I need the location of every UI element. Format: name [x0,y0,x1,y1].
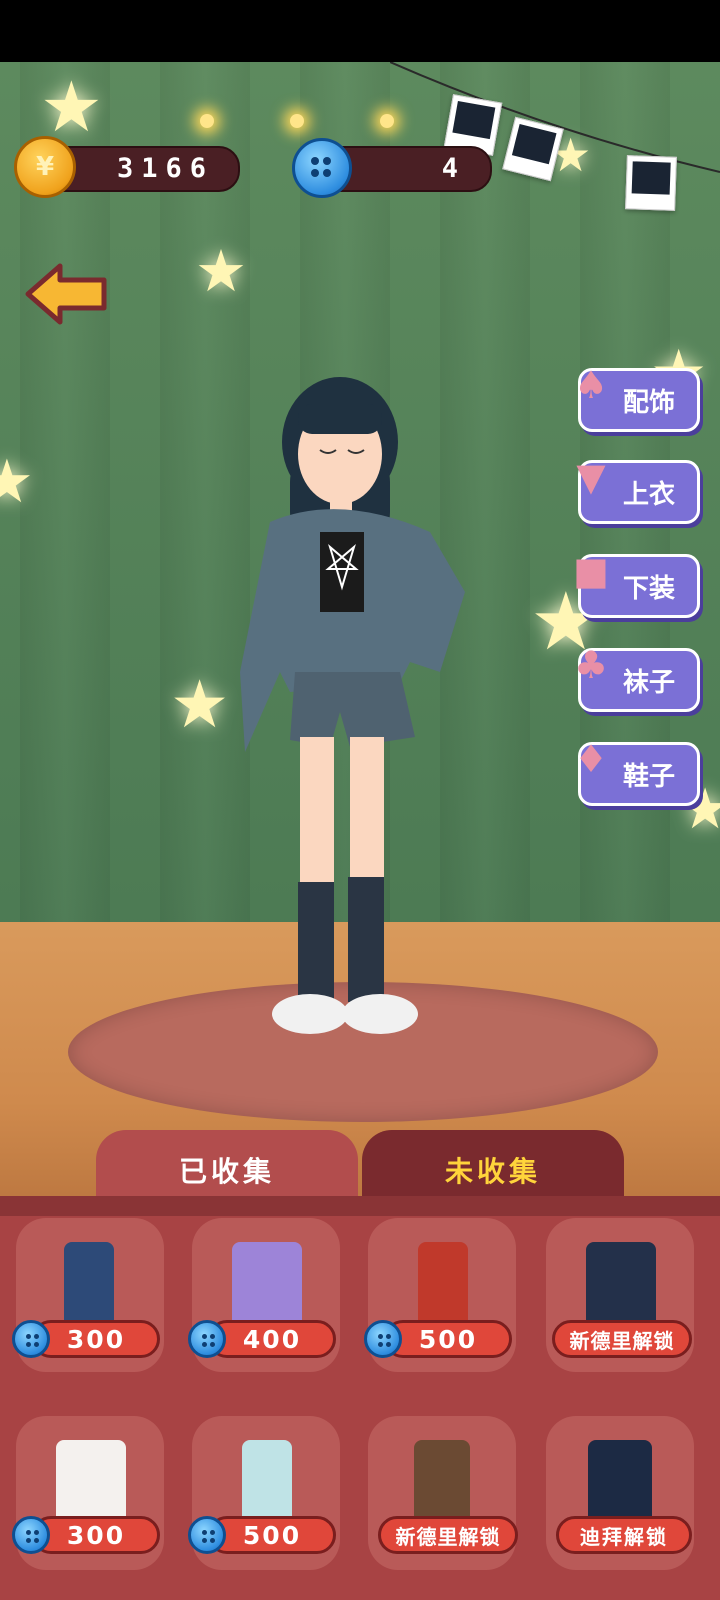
star-decoration: ★ [170,666,230,743]
item-panel: 300 400 500 新德里解锁 300 500 新德里解锁 迪拜解锁 [0,1196,720,1600]
category-label: 袜子 [622,667,675,698]
button-currency-icon [188,1320,226,1358]
price-value: 300 [66,1520,126,1550]
curtain-fold [160,62,250,942]
price-value: 迪拜解锁 [580,1524,668,1549]
button-value: 4 [441,153,466,184]
price-value: 新德里解锁 [569,1328,675,1353]
price-pill[interactable]: 新德里解锁 [378,1516,518,1554]
button-currency-icon [364,1320,402,1358]
coin-value: 3166 [116,153,214,184]
string-light [290,114,304,128]
tab-uncollected[interactable]: 未收集 [362,1130,624,1204]
sock-icon: ♣ [573,643,609,687]
category-label: 上衣 [622,479,675,510]
floral-jacket-image [586,1242,656,1332]
price-pill[interactable]: 300 [32,1320,160,1358]
shirt-icon: ▼ [576,455,606,499]
button-currency-icon [292,138,352,198]
price-value: 500 [418,1324,478,1354]
price-pill[interactable]: 新德里解锁 [552,1320,692,1358]
coin-icon: ¥ [14,136,76,198]
star-decoration: ★ [40,66,103,148]
price-value: 300 [66,1324,126,1354]
string-light [200,114,214,128]
tab-collected[interactable]: 已收集 [96,1130,358,1204]
tab-uncollected-label: 未收集 [444,1155,541,1188]
price-pill[interactable]: 迪拜解锁 [556,1516,692,1554]
button-currency-icon [12,1516,50,1554]
pants-icon: ■ [573,549,609,593]
price-pill[interactable]: 500 [384,1320,512,1358]
category-label: 鞋子 [622,761,675,792]
wig-icon: ♠ [573,363,609,407]
star-decoration: ★ [0,447,34,517]
button-currency-icon [12,1320,50,1358]
panel-top-edge [0,1196,720,1216]
price-pill[interactable]: 400 [208,1320,336,1358]
button-currency-icon [188,1516,226,1554]
category-label: 下装 [622,573,675,604]
price-value: 500 [242,1520,302,1550]
price-value: 400 [242,1324,302,1354]
back-arrow-icon[interactable] [24,262,108,326]
price-pill[interactable]: 300 [32,1516,160,1554]
price-value: 新德里解锁 [395,1524,501,1549]
shoe-icon: ♦ [573,737,609,781]
star-decoration: ★ [195,237,247,305]
tab-collected-label: 已收集 [178,1155,275,1188]
overalls-image [64,1242,114,1332]
category-label: 配饰 [622,387,675,418]
kimono-image [418,1242,468,1332]
price-pill[interactable]: 500 [208,1516,336,1554]
character-avatar[interactable] [240,372,480,1052]
photo-icon [625,155,677,211]
purple-dress-image [232,1242,302,1332]
